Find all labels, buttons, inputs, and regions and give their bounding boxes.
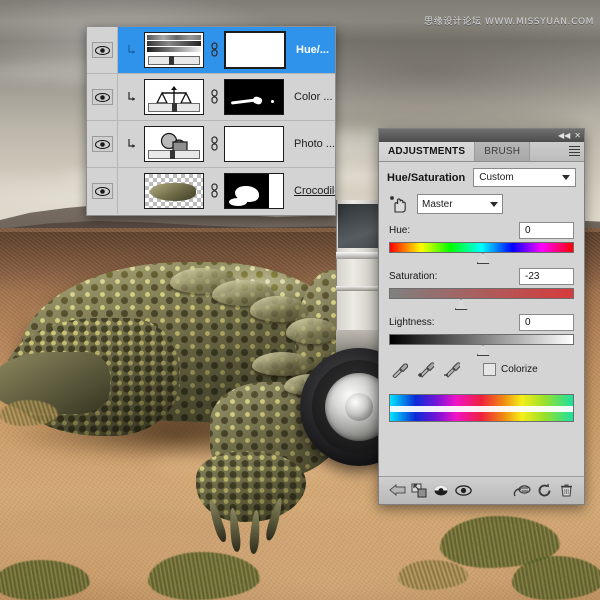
toggle-visibility-eye-icon[interactable] [452,480,474,502]
eyedropper-icon[interactable] [391,361,408,378]
lightness-label: Lightness: [389,317,435,328]
layer-mask-thumbnail[interactable] [224,126,284,162]
layer-visibility-toggle[interactable] [87,74,118,120]
link-icon[interactable] [204,89,224,105]
clipping-mask-icon [118,138,144,150]
clipping-mask-icon [118,91,144,103]
layer-visibility-toggle[interactable] [87,168,118,214]
targeted-adjustment-hand-icon[interactable] [389,195,408,214]
layer-row[interactable]: Hue/... [87,27,335,74]
layer-name: Crocodile_b... [294,185,335,197]
link-icon[interactable] [204,42,224,58]
layer-name: Color ... [294,91,333,103]
panel-tabs[interactable]: ADJUSTMENTS BRUSH [379,142,584,162]
hue-slider-track[interactable] [389,242,574,264]
eyedropper-subtract-icon[interactable] [443,361,460,378]
dorsal-ridge [252,352,314,376]
dorsal-ridge [286,318,338,344]
hue-spectrum-bar[interactable] [389,394,574,422]
saturation-label: Saturation: [389,271,438,282]
layer-mask-thumbnail[interactable] [224,173,284,209]
crocodile-layer-thumbnail[interactable] [144,173,204,209]
hue-value-field[interactable]: 0 [519,222,574,239]
hue-slider-group: Hue: 0 [379,222,584,264]
back-arrow-icon[interactable] [386,480,408,502]
dorsal-ridge [250,296,308,322]
preset-value: Custom [479,172,514,183]
preset-dropdown[interactable]: Custom [473,168,576,187]
channel-row: Master [379,191,584,222]
panel-titlebar[interactable]: ◀◀ ✕ [379,129,584,142]
desert-bush [512,556,600,600]
link-icon[interactable] [204,183,224,199]
lightness-value-field[interactable]: 0 [519,314,574,331]
clip-to-layer-icon[interactable] [408,480,430,502]
eye-icon [91,42,113,58]
eye-icon [91,183,113,199]
collapse-icon[interactable]: ◀◀ [558,131,570,140]
hubcap-center-nut [345,393,373,421]
lightness-slider-track[interactable] [389,334,574,356]
layer-name: Photo ... [294,138,335,150]
panel-footer[interactable] [379,476,584,504]
eyedropper-add-icon[interactable] [417,361,434,378]
layer-name: Hue/... [296,44,330,56]
layer-mask-thumbnail[interactable] [224,31,286,69]
saturation-value-field[interactable]: -23 [519,268,574,285]
color-balance-thumbnail[interactable] [144,79,204,115]
hue-saturation-thumbnail[interactable] [144,32,204,68]
colorize-checkbox[interactable] [483,363,496,376]
tab-brush[interactable]: BRUSH [475,142,531,161]
layer-row[interactable]: Color ... [87,74,335,121]
adjustment-title: Hue/Saturation [387,171,466,184]
layer-mask-thumbnail[interactable] [224,79,284,115]
chevron-down-icon [490,201,498,207]
colorize-label: Colorize [501,364,538,375]
close-icon[interactable]: ✕ [574,131,581,140]
layers-panel[interactable]: Hue/... Color ... Photo ... Crocodil [86,26,336,216]
photo-filter-thumbnail[interactable] [144,126,204,162]
chevron-down-icon [562,175,570,180]
eye-icon [91,89,113,105]
panel-menu-icon[interactable] [569,146,580,156]
delete-trash-icon[interactable] [555,480,577,502]
layer-row[interactable]: Crocodile_b... [87,168,335,214]
clipping-mask-icon [118,44,144,56]
layer-row[interactable]: Photo ... [87,121,335,168]
hue-label: Hue: [389,225,411,236]
photoshop-screenshot: 思缘设计论坛 WWW.MISSYUAN.COM Hue/... Color ..… [0,0,600,600]
preview-icon[interactable] [511,480,533,502]
saturation-slider-track[interactable] [389,288,574,310]
dune [0,520,200,560]
tab-adjustments[interactable]: ADJUSTMENTS [379,142,476,161]
channel-dropdown[interactable]: Master [417,194,503,214]
crocodile-thumb-shape [150,183,196,201]
previous-state-icon[interactable] [430,480,452,502]
link-icon[interactable] [204,136,224,152]
saturation-slider-group: Saturation: -23 [379,268,584,310]
lightness-slider-group: Lightness: 0 [379,314,584,356]
colorize-option[interactable]: Colorize [483,363,538,376]
eye-icon [91,136,113,152]
adjustments-panel[interactable]: ◀◀ ✕ ADJUSTMENTS BRUSH Hue/Saturation Cu… [378,128,585,505]
watermark-text: 思缘设计论坛 WWW.MISSYUAN.COM [424,17,594,27]
channel-value: Master [422,198,453,210]
reset-icon[interactable] [533,480,555,502]
adjustment-header: Hue/Saturation Custom [379,162,584,191]
layer-visibility-toggle[interactable] [87,121,118,167]
layer-visibility-toggle[interactable] [87,27,118,73]
